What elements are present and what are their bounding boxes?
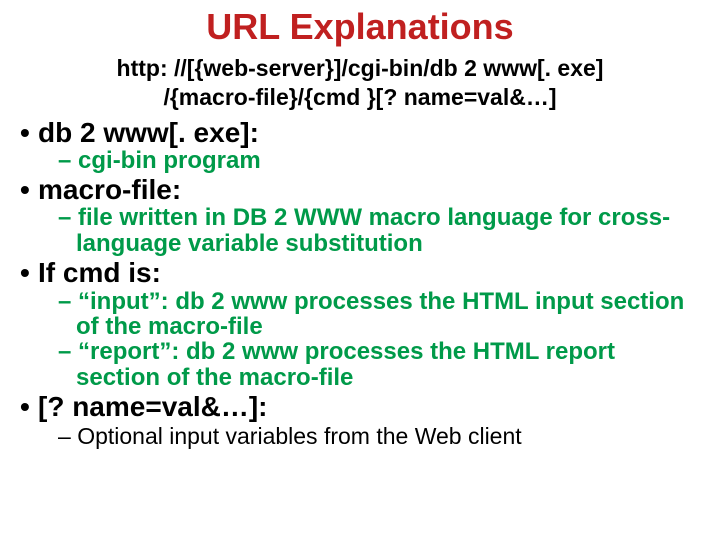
url-line-2: /{macro-file}/{cmd }[? name=val&…] (20, 83, 700, 112)
item-head: •If cmd is: (20, 258, 700, 288)
item-db2www: •db 2 www[. exe]: – cgi-bin program (20, 118, 700, 174)
item-cmd: •If cmd is: – “input”: db 2 www processe… (20, 258, 700, 390)
item-macro-file: •macro-file: – file written in DB 2 WWW … (20, 175, 700, 256)
url-template: http: //[{web-server}]/cgi-bin/db 2 www[… (20, 54, 700, 112)
slide-title: URL Explanations (20, 6, 700, 48)
sub-text: “report”: db 2 www processes the HTML re… (76, 338, 615, 390)
item-sublist: – file written in DB 2 WWW macro languag… (20, 205, 700, 256)
item-head-text: macro-file: (38, 174, 181, 205)
sub-item: – “report”: db 2 www processes the HTML … (58, 339, 700, 390)
item-query: •[? name=val&…]: – Optional input variab… (20, 392, 700, 450)
bullet-icon: • (20, 118, 38, 148)
sub-item: – cgi-bin program (58, 148, 700, 173)
item-head: •macro-file: (20, 175, 700, 205)
bullet-icon: • (20, 392, 38, 422)
url-line-1: http: //[{web-server}]/cgi-bin/db 2 www[… (20, 54, 700, 83)
sub-text: file written in DB 2 WWW macro language … (76, 204, 670, 256)
sub-item: – Optional input variables from the Web … (58, 423, 700, 451)
item-head-text: db 2 www[. exe]: (38, 117, 259, 148)
item-head-text: If cmd is: (38, 257, 161, 288)
explanation-list: •db 2 www[. exe]: – cgi-bin program •mac… (20, 118, 700, 451)
bullet-icon: • (20, 258, 38, 288)
item-sublist: – cgi-bin program (20, 148, 700, 173)
slide: URL Explanations http: //[{web-server}]/… (0, 0, 720, 540)
sub-item: – “input”: db 2 www processes the HTML i… (58, 289, 700, 340)
item-head-text: [? name=val&…]: (38, 391, 268, 422)
sub-text: Optional input variables from the Web cl… (77, 423, 521, 449)
sub-item: – file written in DB 2 WWW macro languag… (58, 205, 700, 256)
sub-text: cgi-bin program (78, 147, 261, 174)
item-sublist: – “input”: db 2 www processes the HTML i… (20, 289, 700, 391)
item-sublist: – Optional input variables from the Web … (20, 423, 700, 451)
sub-text: “input”: db 2 www processes the HTML inp… (76, 288, 684, 340)
item-head: •db 2 www[. exe]: (20, 118, 700, 148)
item-head: •[? name=val&…]: (20, 392, 700, 422)
bullet-icon: • (20, 175, 38, 205)
